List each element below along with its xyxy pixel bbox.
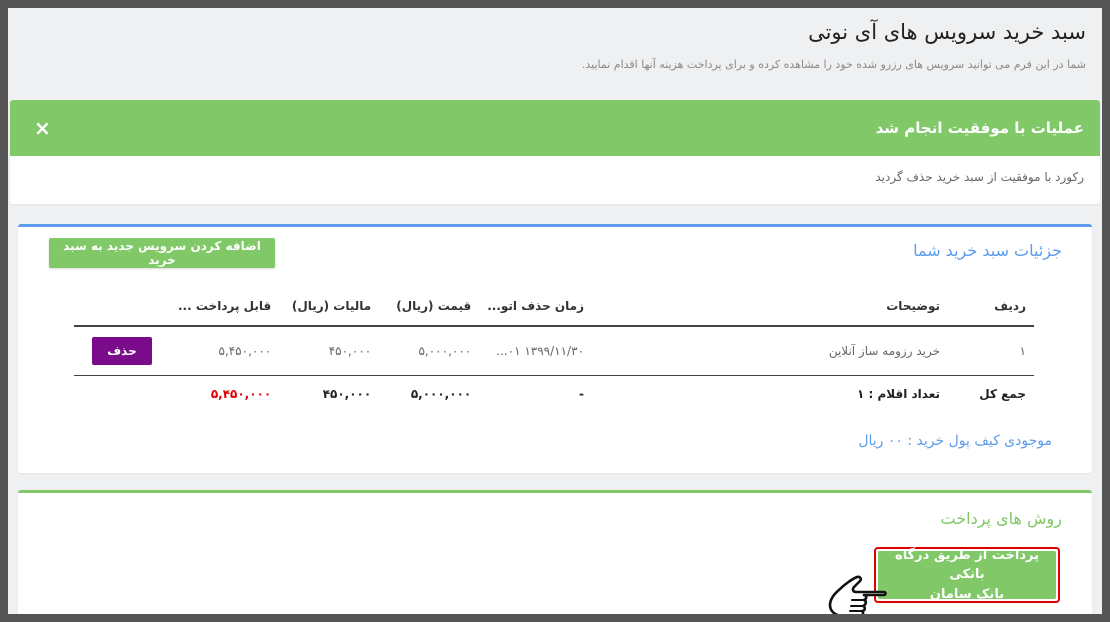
total-label: جمع کل <box>979 387 1026 401</box>
hand-pointer-icon <box>828 575 887 614</box>
column-header-index: ردیف <box>948 287 1034 327</box>
total-payable: ۵,۴۵۰,۰۰۰ <box>210 387 272 401</box>
row-description: خرید رزومه ساز آنلاین <box>592 326 948 376</box>
close-icon[interactable]: × <box>34 118 51 138</box>
total-actions <box>74 376 170 413</box>
alert-message: رکورد با موفقیت از سبد خرید حذف گردید <box>875 170 1084 184</box>
column-header-auto-delete-time: زمان حذف اتو... <box>479 287 592 327</box>
row-auto-delete-time: ۱۳۹۹/۱۱/۳۰ ۰۱... <box>479 326 592 376</box>
alert-title: عملیات با موفقیت انجام شد <box>875 119 1084 137</box>
row-payable: ۵,۴۵۰,۰۰۰ <box>170 326 280 376</box>
row-actions: حذف <box>74 326 170 376</box>
row-price: ۵,۰۰۰,۰۰۰ <box>379 326 480 376</box>
table-row: ۱ خرید رزومه ساز آنلاین ۱۳۹۹/۱۱/۳۰ ۰۱...… <box>74 326 1034 376</box>
delete-button[interactable]: حذف <box>92 337 152 365</box>
payment-methods-title: روش های پرداخت <box>940 509 1062 528</box>
total-price: ۵,۰۰۰,۰۰۰ <box>410 387 472 401</box>
page-title: سبد خرید سرویس های آی نوتی <box>808 20 1086 44</box>
cart-table: ردیف توضیحات زمان حذف اتو... قیمت (ریال)… <box>74 287 1034 412</box>
payment-methods-card: روش های پرداخت پرداخت از طریق درگاه بانک… <box>18 490 1092 614</box>
bank-gateway-payment-button[interactable]: پرداخت از طریق درگاه بانکی بانک سامان <box>878 548 1056 602</box>
cart-card: جزئیات سبد خرید شما اضافه کردن سرویس جدی… <box>18 224 1092 473</box>
wallet-balance: موجودی کیف پول خرید : ۰۰ ریال <box>858 433 1052 449</box>
column-header-tax: مالیات (ریال) <box>279 287 380 327</box>
table-header-row: ردیف توضیحات زمان حذف اتو... قیمت (ریال)… <box>74 287 1034 327</box>
payment-button-line1: پرداخت از طریق درگاه بانکی <box>895 547 1039 583</box>
column-header-description: توضیحات <box>592 287 948 327</box>
alert-header: عملیات با موفقیت انجام شد × <box>10 100 1100 156</box>
payment-button-line2: بانک سامان <box>929 586 1005 602</box>
payment-button-highlight: پرداخت از طریق درگاه بانکی بانک سامان <box>874 547 1060 603</box>
success-alert: عملیات با موفقیت انجام شد × رکورد با موف… <box>10 100 1100 204</box>
total-tax: ۴۵۰,۰۰۰ <box>322 387 372 401</box>
cart-title: جزئیات سبد خرید شما <box>913 241 1062 260</box>
row-index: ۱ <box>948 326 1034 376</box>
total-row: جمع کل تعداد اقلام : ۱ - ۵,۰۰۰,۰۰۰ ۴۵۰,۰… <box>74 376 1034 413</box>
total-auto-delete-time: - <box>579 387 584 401</box>
column-header-price: قیمت (ریال) <box>379 287 480 327</box>
column-header-payable: قابل پرداخت ... <box>170 287 280 327</box>
column-header-actions <box>74 287 170 327</box>
page-subtitle: شما در این فرم می توانید سرویس های رزرو … <box>581 58 1086 71</box>
page-frame: سبد خرید سرویس های آی نوتی شما در این فر… <box>8 8 1102 614</box>
add-service-button[interactable]: اضافه کردن سرویس جدید به سبد خرید <box>49 238 275 268</box>
total-items-count: تعداد اقلام : ۱ <box>856 387 940 401</box>
row-tax: ۴۵۰,۰۰۰ <box>279 326 380 376</box>
